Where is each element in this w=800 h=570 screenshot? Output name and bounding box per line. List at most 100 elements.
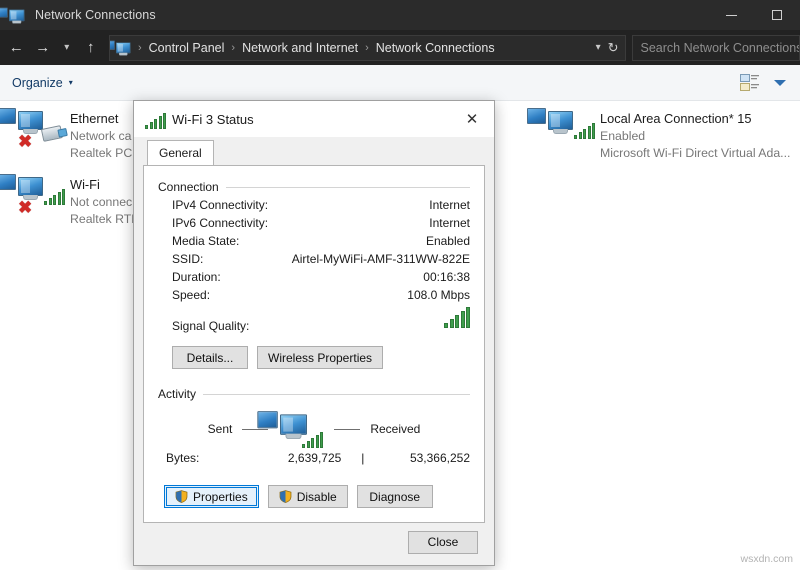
disable-button-label: Disable (296, 489, 337, 504)
row-key: Signal Quality: (172, 319, 250, 333)
chevron-down-icon: ▾ (68, 78, 73, 87)
row-key: Duration: (172, 270, 221, 284)
sent-dash-icon (242, 428, 269, 430)
wifi-status-dialog: Wi-Fi 3 Status ✕ General Connection IPv4… (133, 100, 495, 566)
row-key: IPv6 Connectivity: (172, 216, 269, 230)
bytes-received-value: 53,366,252 (409, 451, 470, 465)
breadcrumb-separator: › (137, 41, 142, 54)
dialog-title: Wi-Fi 3 Status (172, 111, 254, 127)
properties-button[interactable]: Properties (164, 485, 259, 508)
breadcrumb-network-connections[interactable]: Network Connections (374, 41, 497, 55)
back-arrow-icon[interactable]: ← (3, 33, 29, 63)
row-value: 00:16:38 (423, 270, 470, 284)
dialog-title-bar: Wi-Fi 3 Status ✕ (134, 101, 494, 137)
close-icon[interactable]: ✕ (450, 101, 494, 137)
list-item-status: Enabled (600, 129, 646, 143)
group-divider (203, 393, 470, 395)
disable-button[interactable]: Disable (267, 485, 348, 508)
address-breadcrumb-bar[interactable]: › Control Panel › Network and Internet ›… (108, 34, 626, 61)
organize-button[interactable]: Organize ▾ (12, 76, 73, 90)
up-arrow-icon[interactable]: ↑ (78, 33, 104, 63)
properties-button-label: Properties (193, 489, 248, 504)
uac-shield-icon (175, 490, 188, 503)
list-item-name: Local Area Connection* 15 (600, 111, 752, 126)
activity-direction-row: Sent Received (158, 409, 470, 449)
received-dash-icon (334, 428, 361, 430)
view-dropdown-caret-icon[interactable] (774, 79, 786, 86)
address-bar-row: ← → ▾ ↑ › Control Panel › Network and In… (0, 30, 800, 65)
tab-general[interactable]: General (147, 140, 214, 165)
breadcrumb-network-and-internet[interactable]: Network and Internet (240, 41, 360, 55)
title-bar: Network Connections (0, 0, 800, 30)
bytes-row: Bytes: 2,639,725 | 53,366,252 (158, 451, 470, 465)
list-item-status: Not connec (70, 195, 133, 209)
ethernet-plug-icon (40, 125, 64, 142)
wifi-signal-icon (145, 112, 166, 129)
tab-strip: General (143, 140, 485, 165)
breadcrumb-network-icon (109, 40, 133, 56)
window-title: Network Connections (35, 8, 156, 22)
list-item-name: Wi-Fi (70, 177, 100, 192)
signal-bars-icon (44, 189, 65, 205)
list-item-name: Ethernet (70, 111, 119, 126)
tab-page-general: Connection IPv4 Connectivity: Internet I… (143, 165, 485, 523)
row-key: Speed: (172, 288, 211, 302)
view-layout-icon[interactable] (740, 73, 762, 92)
disconnected-x-icon: ✖ (18, 132, 33, 151)
row-ssid: SSID: Airtel-MyWiFi-AMF-311WW-822E (158, 252, 470, 266)
list-item[interactable]: Local Area Connection* 15 Enabled Micros… (527, 107, 791, 160)
forward-arrow-icon[interactable]: → (29, 33, 55, 63)
close-button[interactable]: Close (408, 530, 478, 554)
group-divider (225, 186, 470, 188)
row-ipv4-connectivity: IPv4 Connectivity: Internet (158, 198, 470, 212)
dialog-body: General Connection IPv4 Connectivity: In… (134, 140, 494, 523)
organize-label: Organize (12, 75, 63, 90)
search-placeholder: Search Network Connections (640, 40, 800, 55)
list-item[interactable]: ✖ Wi-Fi Not connec Realtek RTL (0, 173, 139, 226)
bytes-label: Bytes: (166, 451, 200, 465)
connection-group: Connection IPv4 Connectivity: Internet I… (158, 180, 470, 369)
diagnose-button[interactable]: Diagnose (356, 485, 433, 508)
uac-shield-icon (279, 490, 292, 503)
details-button-label: Details... (186, 350, 234, 365)
row-value: 108.0 Mbps (407, 288, 470, 302)
watermark: wsxdn.com (740, 553, 793, 565)
list-item-adapter: Realtek RTL (70, 212, 139, 226)
activity-group-label: Activity (158, 387, 197, 401)
activity-group: Activity Sent Received Bytes: 2,639,725 … (158, 387, 470, 508)
row-key: Media State: (172, 234, 240, 248)
received-label: Received (370, 422, 421, 436)
disconnected-x-icon: ✖ (18, 198, 33, 217)
row-value: Enabled (425, 234, 470, 248)
list-item-adapter: Realtek PCI (70, 146, 136, 160)
row-key: SSID: (172, 252, 204, 266)
diagnose-button-label: Diagnose (369, 489, 421, 504)
search-input[interactable]: Search Network Connections (631, 34, 800, 61)
signal-bars-icon (444, 307, 470, 330)
row-media-state: Media State: Enabled (158, 234, 470, 248)
wireless-properties-button[interactable]: Wireless Properties (257, 346, 384, 369)
list-item-adapter: Microsoft Wi-Fi Direct Virtual Ada... (600, 146, 791, 160)
minimize-button[interactable] (708, 0, 754, 30)
breadcrumb-control-panel[interactable]: Control Panel (147, 41, 227, 55)
refresh-icon[interactable]: ↻ (608, 40, 619, 56)
list-item-status: Network ca (70, 129, 132, 143)
row-speed: Speed: 108.0 Mbps (158, 288, 470, 302)
row-value: Internet (429, 198, 470, 212)
recent-locations-chevron-down-icon[interactable]: ▾ (56, 33, 78, 63)
address-chevron-down-icon[interactable]: ▾ (592, 42, 608, 53)
dialog-footer: Close (134, 519, 494, 565)
command-bar: Organize ▾ (0, 65, 800, 101)
ethernet-adapter-icon: ✖ (0, 107, 68, 159)
bytes-sent-value: 2,639,725 (287, 451, 342, 465)
details-button[interactable]: Details... (172, 346, 248, 369)
traffic-computers-icon (257, 410, 324, 448)
row-key: IPv4 Connectivity: (172, 198, 269, 212)
list-item[interactable]: ✖ Ethernet Network ca Realtek PCI (0, 107, 136, 160)
sent-label: Sent (207, 422, 233, 436)
wireless-properties-button-label: Wireless Properties (268, 350, 373, 365)
maximize-button[interactable] (754, 0, 800, 30)
connection-buttons: Details... Wireless Properties (158, 346, 470, 369)
breadcrumb-separator: › (365, 41, 369, 54)
row-duration: Duration: 00:16:38 (158, 270, 470, 284)
